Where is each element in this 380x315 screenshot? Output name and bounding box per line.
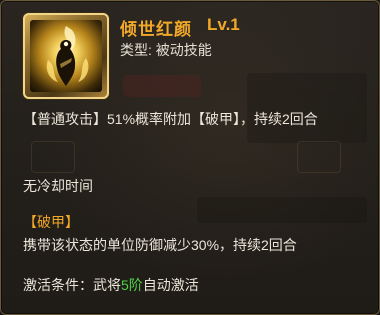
background-row xyxy=(197,197,367,223)
background-slot xyxy=(31,141,75,173)
activation-rank: 5阶 xyxy=(121,277,143,293)
skill-name: 倾世红颜 xyxy=(120,20,192,39)
skill-type: 类型: 被动技能 xyxy=(120,40,212,60)
status-effect-name: 【破甲】 xyxy=(23,214,79,230)
flame-figure-icon xyxy=(30,20,102,92)
activation-condition: 激活条件：武将5阶自动激活 xyxy=(23,275,199,295)
status-effect-description: 携带该状态的单位防御减少30%，持续2回合 xyxy=(23,237,297,253)
skill-type-value: 被动技能 xyxy=(155,42,212,58)
activation-suffix: 自动激活 xyxy=(142,277,199,293)
skill-type-label: 类型: xyxy=(120,42,152,58)
background-slot xyxy=(297,141,341,173)
skill-description: 【普通攻击】51%概率附加【破甲】，持续2回合 xyxy=(23,111,318,127)
skill-level: Lv.1 xyxy=(207,15,240,34)
skill-icon-frame xyxy=(23,13,109,99)
skill-tooltip: 倾世红颜 Lv.1 类型: 被动技能 【普通攻击】51%概率附加【破甲】，持续2… xyxy=(0,0,380,315)
activation-prefix: 激活条件：武将 xyxy=(23,277,121,293)
cooldown-text: 无冷却时间 xyxy=(23,178,93,194)
background-button xyxy=(123,75,201,97)
